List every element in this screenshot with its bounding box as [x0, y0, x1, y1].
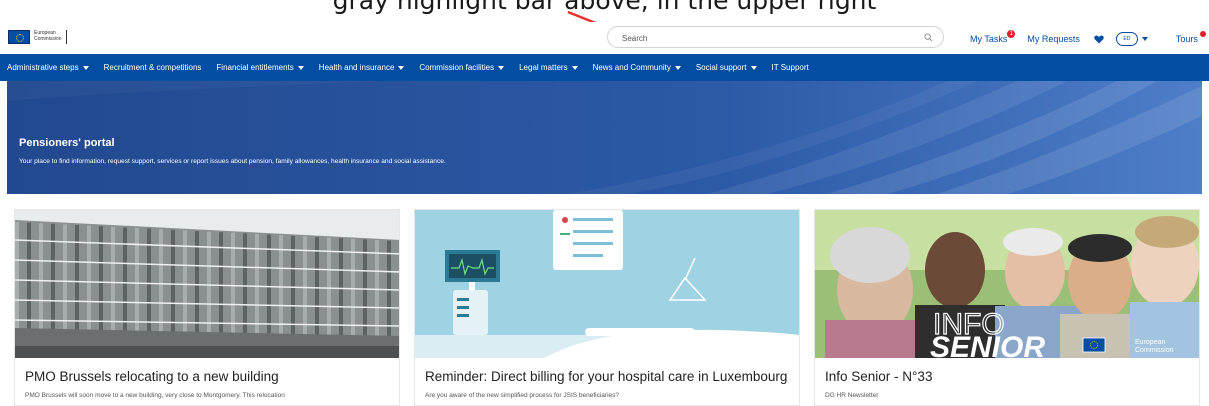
site-header: European Commission My Tasks 1 My Reques… [0, 22, 1209, 54]
hospital-illustration [415, 210, 799, 358]
nav-item-administrative-steps[interactable]: Administrative steps [7, 63, 89, 72]
hero-wave-pattern [7, 81, 1202, 194]
news-card-direct-billing[interactable]: Reminder: Direct billing for your hospit… [414, 209, 800, 406]
card-description: Are you aware of the new simplified proc… [425, 392, 620, 399]
news-card-info-senior[interactable]: INFO SENIOR European Commission Info Sen… [814, 209, 1200, 406]
building-photo [15, 210, 399, 358]
logo-text: European Commission [34, 30, 67, 44]
nav-item-it-support[interactable]: IT Support [772, 63, 809, 72]
header-links: My Tasks 1 My Requests ED Tours [970, 30, 1209, 46]
nav-item-recruitment-competitions[interactable]: Recruitment & competitions [104, 63, 202, 72]
nav-item-label: Financial entitlements [216, 63, 294, 72]
nav-item-label: IT Support [771, 63, 809, 72]
nav-item-label: Health and insurance [318, 63, 395, 72]
chevron-down-icon [674, 65, 681, 70]
tours-notification-dot [1199, 31, 1206, 37]
nav-item-label: Recruitment & competitions [103, 63, 202, 72]
nav-item-legal-matters[interactable]: Legal matters [519, 63, 578, 72]
tasks-count-badge: 1 [1007, 30, 1016, 38]
chevron-down-icon [82, 65, 89, 70]
language-selector[interactable]: ED [1115, 32, 1138, 46]
nav-item-health-and-insurance[interactable]: Health and insurance [319, 63, 405, 72]
nav-item-commission-facilities[interactable]: Commission facilities [419, 63, 505, 72]
eu-flag-icon [8, 30, 30, 44]
ec-logo-line2: Commission [1135, 347, 1174, 354]
card-title[interactable]: Reminder: Direct billing for your hospit… [425, 369, 787, 384]
card-description: DG HR Newsletter [825, 392, 879, 399]
ec-logo[interactable]: European Commission [8, 30, 67, 44]
nav-item-news-and-community[interactable]: News and Community [593, 63, 681, 72]
search-icon[interactable] [924, 33, 933, 42]
card-title[interactable]: PMO Brussels relocating to a new buildin… [25, 369, 279, 384]
tours-link[interactable]: Tours [1176, 31, 1206, 44]
nav-item-financial-entitlements[interactable]: Financial entitlements [216, 63, 304, 72]
search-input[interactable] [622, 30, 912, 46]
main-navigation: Administrative steps Recruitment & compet… [0, 54, 1209, 81]
hero-title: Pensioners' portal [19, 137, 115, 149]
news-card-pmo-relocation[interactable]: PMO Brussels relocating to a new buildin… [14, 209, 400, 406]
nav-item-label: Legal matters [519, 63, 568, 72]
senior-text: SENIOR [930, 331, 1045, 358]
hero-subtitle: Your place to find information, request … [19, 158, 446, 165]
chevron-down-icon [297, 65, 304, 70]
chevron-down-icon [571, 65, 578, 70]
seniors-photo: INFO SENIOR European Commission [815, 210, 1199, 358]
chevron-down-icon [398, 65, 405, 70]
heart-icon[interactable] [1094, 34, 1104, 44]
my-requests-link[interactable]: My Requests [1027, 34, 1080, 44]
search-box[interactable] [607, 26, 944, 48]
my-tasks-link[interactable]: My Tasks 1 [970, 30, 1016, 44]
ec-logo-line1: European [1135, 339, 1165, 346]
nav-item-social-support[interactable]: Social support [696, 63, 757, 72]
chevron-down-icon[interactable] [1141, 37, 1148, 41]
nav-item-label: Commission facilities [419, 63, 495, 72]
chevron-down-icon [498, 65, 505, 70]
nav-item-label: Social support [695, 63, 747, 72]
chevron-down-icon [750, 65, 757, 70]
nav-item-label: News and Community [592, 63, 671, 72]
card-title[interactable]: Info Senior - N°33 [825, 369, 932, 384]
hero-banner: Pensioners' portal Your place to find in… [7, 81, 1202, 194]
nav-item-label: Administrative steps [7, 63, 79, 72]
card-description: PMO Brussels will soon move to a new bui… [25, 392, 285, 399]
